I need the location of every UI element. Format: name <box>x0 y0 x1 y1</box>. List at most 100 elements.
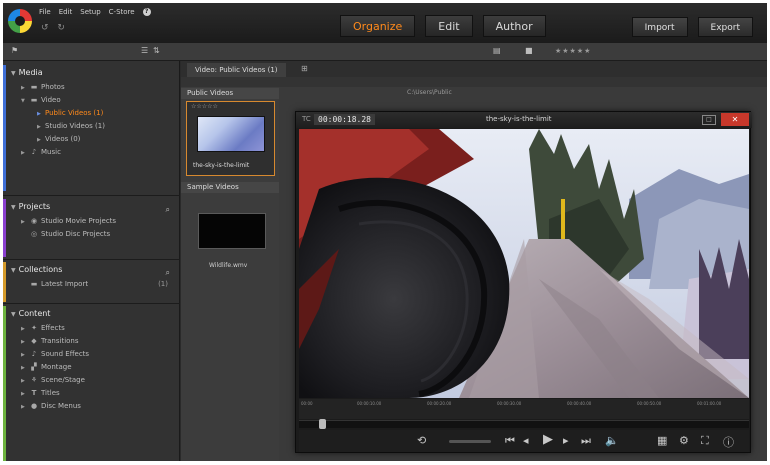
projects-header[interactable]: ▼ Projects ⌕ <box>3 199 180 215</box>
menu-file[interactable]: File <box>39 8 51 16</box>
volume-icon[interactable]: 🔈 <box>605 434 619 447</box>
disc-project-icon: ◎ <box>30 230 38 238</box>
music-icon: ♪ <box>31 148 37 156</box>
ruler-tick: 00:00:50.00 <box>637 401 662 406</box>
sidebar-item-photos[interactable]: ▶ ▬ Photos <box>3 81 180 94</box>
sidebar-item-music[interactable]: ▶ ♪ Music <box>3 146 180 159</box>
sidebar-item-movie-projects[interactable]: ▶ ◉ Studio Movie Projects <box>3 215 180 228</box>
group-header-sample-videos[interactable]: Sample Videos <box>181 182 279 193</box>
sidebar-item-effects[interactable]: ▶ ✦ Effects <box>3 322 180 335</box>
sidebar-item-latest-import[interactable]: ▬ Latest Import (1) <box>3 278 180 291</box>
sidebar-item-label: Studio Disc Projects <box>41 230 111 238</box>
tab-public-videos[interactable]: Video: Public Videos (1) <box>187 63 286 77</box>
video-thumbnail[interactable] <box>198 213 266 249</box>
info-icon[interactable]: ⓘ <box>723 434 734 450</box>
sidebar-item-videos[interactable]: ▶ Videos (0) <box>3 133 180 146</box>
filter-icon[interactable]: ■ <box>525 46 533 55</box>
video-folder-icon: ▬ <box>30 96 38 104</box>
timeline-ruler[interactable]: 00:00 00:00:10.00 00:00:20.00 00:00:30.0… <box>299 399 749 419</box>
collections-header[interactable]: ▼ Collections ⌕ <box>3 262 180 278</box>
collapse-caret-icon: ▼ <box>11 70 16 77</box>
content-title: Content <box>18 309 51 318</box>
sidebar-item-sound-effects[interactable]: ▶ ♪ Sound Effects <box>3 348 180 361</box>
montage-icon: ▞ <box>31 363 37 371</box>
sidebar-item-disc-menus[interactable]: ▶ ● Disc Menus <box>3 400 180 413</box>
scrubber-handle[interactable] <box>319 419 326 429</box>
sidebar-item-scene-stage[interactable]: ▶ ⚘ Scene/Stage <box>3 374 180 387</box>
add-tab-icon[interactable]: ⊞ <box>301 64 308 73</box>
sidebar-item-label: Latest Import <box>41 280 89 288</box>
sidebar-item-montage[interactable]: ▶ ▞ Montage <box>3 361 180 374</box>
toolbar: ⚑ ☰ ⇅ ▤ ■ ★★★★★ <box>3 43 767 61</box>
sidebar-item-video[interactable]: ▼ ▬ Video <box>3 94 180 107</box>
sidebar-item-public-videos[interactable]: ▶ Public Videos (1) <box>3 107 180 120</box>
app-window: File Edit Setup C-Store ? ↺ ↻ Organize E… <box>3 3 767 461</box>
go-to-end-icon[interactable]: ⏭ <box>581 434 591 448</box>
timecode-display[interactable]: 00:00:18.28 <box>314 114 375 125</box>
movie-project-icon: ◉ <box>30 217 38 225</box>
player-title-bar: TC 00:00:18.28 the-sky-is-the-limit □ ✕ <box>296 112 752 128</box>
tab-edit[interactable]: Edit <box>425 15 473 37</box>
go-to-start-icon[interactable]: ⏮ <box>505 434 515 448</box>
ruler-tick: 00:00 <box>301 401 313 406</box>
rating-filter[interactable]: ★★★★★ <box>555 47 591 55</box>
divider <box>3 195 180 196</box>
settings-icon[interactable]: ⚙ <box>679 434 689 447</box>
loop-icon[interactable]: ⟲ <box>417 434 426 447</box>
tab-organize[interactable]: Organize <box>340 15 416 37</box>
item-caption: Wildlife.wmv <box>209 262 248 269</box>
menu-edit[interactable]: Edit <box>59 8 73 16</box>
sort-icon[interactable]: ⇅ <box>153 46 160 55</box>
expand-arrow-icon: ▶ <box>21 150 25 156</box>
step-forward-icon[interactable]: ▸ <box>563 434 569 447</box>
media-item-selected[interactable]: ☆☆☆☆☆ the-sky-is-the-limit <box>186 101 275 176</box>
content-header[interactable]: ▼ Content <box>3 306 180 322</box>
menu-setup[interactable]: Setup <box>80 8 100 16</box>
play-icon[interactable]: ▶ <box>543 432 553 447</box>
player-window: TC 00:00:18.28 the-sky-is-the-limit □ ✕ <box>295 111 752 453</box>
sidebar-item-studio-videos[interactable]: ▶ Studio Videos (1) <box>3 120 180 133</box>
export-button[interactable]: Export <box>697 17 753 37</box>
scrubber-bar[interactable] <box>299 419 749 429</box>
item-rating[interactable]: ☆☆☆☆☆ <box>191 103 218 110</box>
ruler-tick: 00:00:30.00 <box>497 401 522 406</box>
sidebar-item-label: Public Videos (1) <box>45 109 104 117</box>
undo-redo-icon[interactable]: ↺ ↻ <box>41 23 68 33</box>
collapse-caret-icon: ▼ <box>11 204 16 211</box>
sidebar-item-label: Transitions <box>41 337 79 345</box>
media-header[interactable]: ▼ Media <box>3 65 180 81</box>
maximize-icon[interactable]: □ <box>702 115 716 125</box>
collapse-caret-icon: ▼ <box>11 267 16 274</box>
clip-icon[interactable]: ▦ <box>657 434 667 447</box>
import-button[interactable]: Import <box>631 17 688 37</box>
fullscreen-icon[interactable]: ⛶ <box>701 434 709 448</box>
video-frame[interactable] <box>299 129 749 398</box>
breadcrumb: C:\Users\Public <box>407 89 452 96</box>
list-view-icon[interactable]: ☰ <box>141 46 148 55</box>
sidebar-item-label: Montage <box>41 363 72 371</box>
library-sidebar: ▼ Media ▶ ▬ Photos ▼ ▬ Video ▶ Public Videos (… <box>3 61 180 461</box>
collections-title: Collections <box>18 265 63 274</box>
library-toggle-icon[interactable]: ⚑ <box>11 46 18 55</box>
title-icon: T <box>31 389 37 397</box>
group-header-public-videos[interactable]: Public Videos <box>181 88 279 99</box>
shuttle-slider[interactable] <box>449 440 491 443</box>
content-section: ▼ Content ▶ ✦ Effects ▶ ◆ Transitions ▶ ♪ Sound… <box>3 306 180 461</box>
browser-tab-row: Video: Public Videos (1) ⊞ <box>181 61 767 77</box>
sidebar-item-transitions[interactable]: ▶ ◆ Transitions <box>3 335 180 348</box>
tab-author[interactable]: Author <box>482 15 546 37</box>
help-icon[interactable]: ? <box>142 8 151 16</box>
sidebar-item-label: Disc Menus <box>41 402 81 410</box>
sidebar-item-disc-projects[interactable]: ◎ Studio Disc Projects <box>3 228 180 241</box>
menu-c-store[interactable]: C-Store <box>109 8 135 16</box>
step-back-icon[interactable]: ◂ <box>523 434 529 447</box>
collapse-caret-icon: ▼ <box>11 311 16 318</box>
close-button[interactable]: ✕ <box>721 113 749 126</box>
ruler-tick: 00:00:20.00 <box>427 401 452 406</box>
mode-tabs: Organize Edit Author <box>340 15 546 37</box>
tag-icon[interactable]: ▤ <box>493 46 501 55</box>
sidebar-item-label: Video <box>41 96 61 104</box>
item-count: (1) <box>158 280 168 288</box>
sidebar-item-titles[interactable]: ▶ T Titles <box>3 387 180 400</box>
ruler-tick: 00:00:10.00 <box>357 401 382 406</box>
